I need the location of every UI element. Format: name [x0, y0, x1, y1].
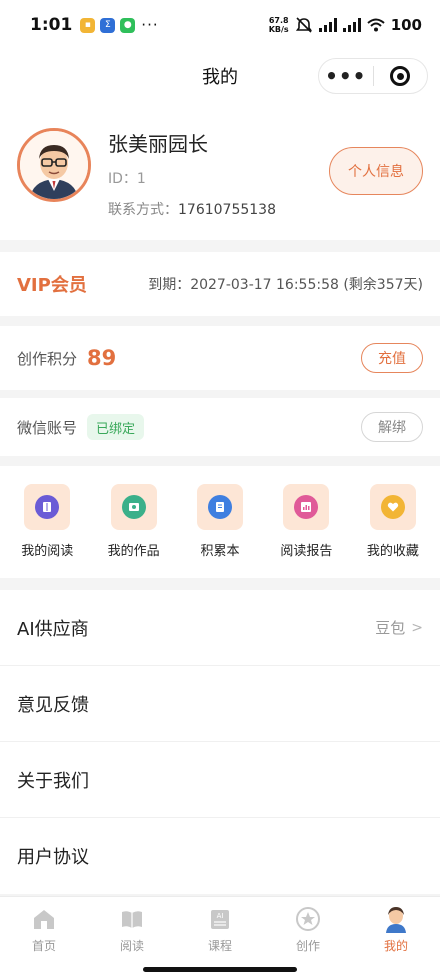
network-speed-value: 67.8 — [268, 16, 289, 25]
tab-label: 我的 — [383, 939, 408, 953]
menu-item-ai-provider[interactable]: AI供应商 豆包 > — [0, 590, 440, 666]
profile-contact: 联系方式：17610755138 — [108, 199, 276, 219]
battery-level: 100 — [390, 16, 422, 34]
profile-card: 张美丽园长 ID：1 联系方式：17610755138 个人信息 — [0, 102, 440, 240]
credits-value: 89 — [87, 346, 117, 370]
svg-text:AI: AI — [217, 912, 224, 920]
menu-item-label: 用户协议 — [17, 847, 89, 868]
menu-item-feedback[interactable]: 意见反馈 — [0, 666, 440, 742]
status-indicators: 67.8 KB/s 100 — [269, 16, 422, 34]
quick-action-label: 我的阅读 — [21, 544, 74, 559]
picture-icon — [121, 495, 146, 519]
status-more-icon: ··· — [141, 16, 159, 34]
unbind-button[interactable]: 解绑 — [361, 412, 423, 442]
mute-icon — [295, 17, 312, 33]
quick-icon-box — [110, 484, 157, 530]
more-menu-button[interactable]: ••• — [319, 59, 373, 93]
quick-action-my-reading[interactable]: 我的阅读 — [4, 466, 90, 578]
wifi-icon — [367, 18, 385, 32]
profile-id: ID：1 — [108, 171, 146, 187]
tab-bar: 首页 阅读 AI 课程 创作 我的 — [0, 896, 440, 960]
recharge-button[interactable]: 充值 — [361, 343, 423, 373]
close-miniprogram-button[interactable] — [374, 59, 428, 93]
contact-label: 联系方式： — [108, 202, 178, 218]
tab-label: 首页 — [31, 939, 56, 953]
book-icon — [35, 495, 60, 519]
quick-icon-box — [197, 484, 244, 530]
tab-label: 课程 — [207, 939, 232, 953]
heart-icon — [380, 495, 405, 519]
menu-item-value: 豆包 — [375, 619, 406, 637]
vip-row[interactable]: VIP会员 到期：2027-03-17 16:55:58 (剩余357天) — [0, 252, 440, 316]
avatar[interactable] — [17, 128, 91, 202]
quick-icon-box — [369, 484, 416, 530]
quick-action-label: 阅读报告 — [280, 544, 333, 559]
tab-create[interactable]: 创作 — [264, 897, 352, 960]
quick-action-favorites[interactable]: 我的收藏 — [350, 466, 436, 578]
notebook-icon — [208, 495, 233, 519]
profile-name: 张美丽园长 — [108, 132, 208, 156]
quick-action-reading-report[interactable]: 阅读报告 — [263, 466, 349, 578]
open-book-icon — [118, 905, 146, 933]
tab-reading[interactable]: 阅读 — [88, 897, 176, 960]
menu-item-label: 意见反馈 — [17, 694, 89, 716]
status-bar: 1:01 ▪ Σ ● ··· 67.8 KB/s 100 — [0, 0, 440, 50]
wechat-app-icon: ● — [120, 17, 136, 33]
vip-expire-text: 到期：2027-03-17 16:55:58 (剩余357天) — [148, 277, 423, 293]
more-dots-icon: ••• — [325, 64, 367, 88]
network-speed-unit: KB/s — [268, 25, 289, 34]
quick-action-label: 我的作品 — [107, 544, 160, 559]
status-time: 1:01 — [30, 15, 73, 35]
tab-home[interactable]: 首页 — [0, 897, 88, 960]
quick-icon-box — [283, 484, 330, 530]
avatar-icon — [382, 905, 410, 933]
settings-menu: AI供应商 豆包 > 意见反馈 关于我们 用户协议 — [0, 590, 440, 894]
star-icon — [294, 905, 322, 933]
menu-item-user-agreement[interactable]: 用户协议 — [0, 818, 440, 894]
home-indicator-area — [0, 960, 440, 978]
miniprogram-capsule: ••• — [318, 58, 428, 94]
cell-signal-icon-1 — [318, 18, 337, 32]
nav-bar: 我的 ••• — [0, 50, 440, 102]
menu-item-about-us[interactable]: 关于我们 — [0, 742, 440, 818]
message-app-icon: ▪ — [80, 17, 96, 33]
bound-status-badge: 已绑定 — [87, 414, 145, 440]
tab-course[interactable]: AI 课程 — [176, 897, 264, 960]
tab-label: 阅读 — [119, 939, 144, 953]
sigma-app-icon: Σ — [100, 17, 116, 33]
menu-item-label: 关于我们 — [17, 770, 89, 792]
chart-icon — [294, 495, 319, 519]
quick-action-my-works[interactable]: 我的作品 — [90, 466, 176, 578]
home-icon — [30, 905, 58, 933]
contact-phone: 17610755138 — [178, 202, 276, 218]
wechat-row: 微信账号 已绑定 解绑 — [0, 398, 440, 456]
menu-item-label: AI供应商 — [17, 618, 89, 640]
credits-row: 创作积分 89 充值 — [0, 326, 440, 390]
target-icon — [390, 66, 411, 86]
personal-info-button[interactable]: 个人信息 — [329, 147, 423, 195]
wechat-label: 微信账号 — [17, 418, 78, 437]
tab-mine[interactable]: 我的 — [352, 897, 440, 960]
vip-label: VIP会员 — [17, 275, 87, 296]
network-speed: 67.8 KB/s — [269, 16, 289, 34]
quick-actions: 我的阅读 我的作品 积累本 阅读报告 我的收藏 — [0, 466, 440, 578]
course-icon: AI — [206, 905, 234, 933]
credits-label: 创作积分 — [17, 349, 78, 368]
user-avatar-icon — [20, 131, 88, 199]
status-app-icons: ▪ Σ ● — [80, 17, 136, 33]
quick-action-label: 我的收藏 — [366, 544, 419, 559]
cell-signal-icon-2 — [342, 18, 361, 32]
chevron-right-icon: > — [411, 619, 423, 636]
quick-action-label: 积累本 — [200, 544, 240, 559]
page-title: 我的 — [202, 67, 238, 88]
quick-action-notebook[interactable]: 积累本 — [177, 466, 263, 578]
home-indicator[interactable] — [143, 967, 297, 972]
quick-icon-box — [24, 484, 71, 530]
tab-label: 创作 — [295, 939, 320, 953]
